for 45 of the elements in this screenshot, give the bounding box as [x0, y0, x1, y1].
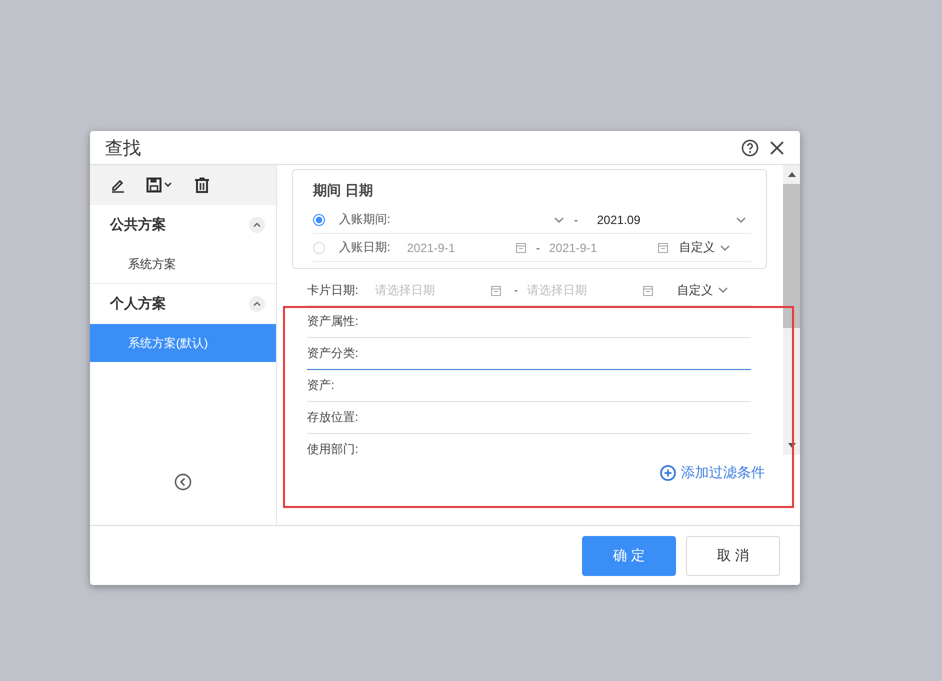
filter-field[interactable]: 存放位置: — [307, 402, 751, 434]
field-label: 使用部门: — [307, 441, 358, 455]
calendar-icon[interactable] — [657, 241, 669, 254]
pencil-icon[interactable] — [110, 177, 126, 193]
cancel-button[interactable]: 取 消 — [686, 536, 780, 576]
filter-field[interactable]: 资产属性: — [307, 306, 751, 338]
group-title: 个人方案 — [110, 295, 166, 313]
field-label: 资产分类: — [307, 345, 358, 362]
dialog-title: 查找 — [105, 136, 141, 160]
group-title: 公共方案 — [110, 216, 166, 234]
trash-icon[interactable] — [194, 177, 210, 193]
filter-field[interactable]: 资产: — [307, 370, 751, 402]
calendar-icon[interactable] — [490, 284, 502, 296]
field-label: 入账期间: — [339, 211, 392, 228]
range-dash: - — [513, 283, 519, 297]
range-type-select[interactable]: 自定义 — [679, 239, 715, 256]
save-icon[interactable] — [146, 177, 174, 193]
radio-button[interactable] — [313, 214, 325, 226]
field-label: 卡片日期: — [307, 282, 360, 298]
filter-field[interactable]: 使用部门: — [307, 434, 751, 455]
sidebar-item[interactable]: 系统方案 — [90, 245, 276, 283]
field-label: 存放位置: — [307, 409, 358, 426]
field-label: 资产: — [307, 377, 334, 394]
section-title: 期间 日期 — [313, 181, 374, 200]
range-dash: - — [573, 212, 579, 226]
range-dash: - — [535, 240, 541, 254]
filter-field[interactable]: 资产分类: — [307, 338, 751, 370]
plus-circle-icon — [660, 464, 676, 480]
range-type-select[interactable]: 自定义 — [677, 282, 713, 298]
collapse-icon[interactable] — [249, 217, 265, 233]
field-label: 入账日期: — [339, 239, 392, 256]
date-input[interactable]: 请选择日期 — [527, 283, 642, 297]
collapse-left-icon[interactable] — [174, 473, 192, 491]
field-label: 资产属性: — [307, 313, 358, 330]
scrollbar-thumb[interactable] — [783, 184, 800, 328]
collapse-icon[interactable] — [249, 296, 265, 312]
calendar-icon[interactable] — [642, 284, 654, 296]
add-filter-link[interactable]: 添加过滤条件 — [660, 464, 765, 482]
close-icon[interactable] — [769, 140, 785, 156]
calendar-icon[interactable] — [515, 241, 527, 254]
help-icon[interactable] — [741, 138, 759, 156]
scroll-up-icon[interactable] — [788, 172, 796, 177]
scroll-down-icon[interactable] — [788, 443, 796, 448]
period-value[interactable]: 2021.09 — [587, 212, 640, 226]
date-input[interactable]: 请选择日期 — [375, 283, 490, 297]
